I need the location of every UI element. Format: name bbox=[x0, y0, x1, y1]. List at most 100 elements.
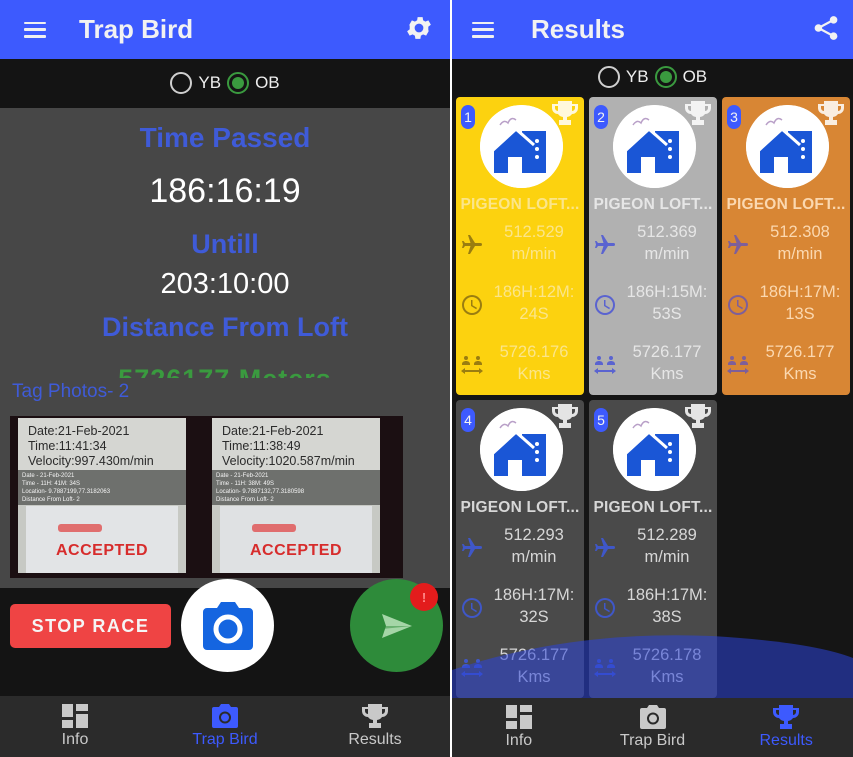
leg-ring bbox=[252, 524, 296, 532]
nav-info[interactable]: Info bbox=[452, 698, 586, 757]
distance-people-icon bbox=[594, 356, 616, 374]
loft-logo-icon bbox=[613, 408, 696, 491]
value-line: 13S bbox=[785, 305, 815, 323]
value-line: 32S bbox=[519, 608, 549, 626]
velocity-value: 512.308 m/min bbox=[750, 221, 850, 265]
loft-name: PIGEON LOFT... bbox=[593, 499, 713, 516]
until-value: 203:10:00 bbox=[160, 268, 290, 300]
page-title: Results bbox=[531, 14, 625, 44]
value-line: Kms bbox=[650, 365, 684, 383]
value-line: 186H:17M: bbox=[493, 586, 575, 604]
flight-time-value: 186H:17M: 13S bbox=[750, 281, 850, 325]
time-row: 186H:17M: 32S bbox=[456, 584, 584, 634]
overlay-line: Time - 11H: 38M: 49S bbox=[216, 481, 275, 487]
photo-date: Date:21-Feb-2021 bbox=[28, 424, 130, 438]
loft-name: PIGEON LOFT... bbox=[593, 196, 713, 213]
value-line: 24S bbox=[519, 305, 549, 323]
nav-label: Trap Bird bbox=[192, 731, 258, 748]
loft-name: PIGEON LOFT... bbox=[460, 499, 580, 516]
radio-ob[interactable]: OB bbox=[227, 71, 280, 94]
distance-value: 5726.177 Kms bbox=[484, 644, 584, 688]
value-line: 186H:15M: bbox=[626, 283, 708, 301]
radio-label: OB bbox=[255, 72, 280, 92]
bird-type-radio-group: YB OB bbox=[452, 59, 853, 95]
hamburger-menu-icon[interactable] bbox=[472, 21, 494, 38]
rank-badge: 5 bbox=[594, 408, 608, 432]
value-line: m/min bbox=[511, 245, 557, 263]
dashboard-icon bbox=[505, 705, 532, 729]
tag-photo-1[interactable]: Date:21-Feb-2021 Time:11:41:34 Velocity:… bbox=[18, 418, 186, 573]
share-icon[interactable] bbox=[813, 15, 839, 41]
distance-label: Distance From Loft bbox=[101, 312, 349, 342]
nav-results[interactable]: Results bbox=[300, 696, 450, 757]
value-line: Kms bbox=[517, 365, 551, 383]
photo-overlay: Date - 21-Feb-2021 Time - 11H: 38M: 49S … bbox=[212, 470, 380, 505]
photo-velocity: Velocity:1020.587m/min bbox=[222, 454, 355, 468]
velocity-row: 512.293 m/min bbox=[456, 524, 584, 574]
flight-time-value: 186H:12M: 24S bbox=[484, 281, 584, 325]
trophy-icon bbox=[685, 101, 711, 125]
radio-label: YB bbox=[198, 72, 222, 92]
capture-photo-button[interactable] bbox=[181, 579, 274, 672]
clock-icon bbox=[462, 295, 482, 315]
airplane-icon bbox=[595, 235, 615, 254]
velocity-value: 512.289 m/min bbox=[617, 524, 717, 568]
tag-photos-label: Tag Photos- 2 bbox=[12, 381, 130, 402]
overlay-line: Distance From Loft- 2 bbox=[22, 497, 80, 503]
app-bar: Trap Bird bbox=[0, 0, 450, 59]
tag-photos-strip[interactable]: Date:21-Feb-2021 Time:11:41:34 Velocity:… bbox=[10, 416, 403, 578]
value-line: Kms bbox=[650, 668, 684, 686]
radio-yb[interactable]: YB bbox=[597, 66, 649, 88]
nav-info[interactable]: Info bbox=[0, 696, 150, 757]
camera-icon bbox=[202, 601, 253, 650]
loft-name: PIGEON LOFT... bbox=[726, 196, 846, 213]
distance-people-icon bbox=[461, 659, 483, 677]
value-line: Kms bbox=[517, 668, 551, 686]
nav-label: Results bbox=[348, 731, 402, 748]
nav-results[interactable]: Results bbox=[719, 698, 853, 757]
result-card-4[interactable]: 4 PIGEON LOFT... 512.293 m/min 186H:17M: 32S 5… bbox=[456, 400, 584, 698]
overlay-line: Date - 21-Feb-2021 bbox=[216, 473, 269, 479]
time-row: 186H:12M: 24S bbox=[456, 281, 584, 331]
gear-icon[interactable] bbox=[404, 13, 434, 43]
overlay-line: Date - 21-Feb-2021 bbox=[22, 473, 75, 479]
photo-paper bbox=[26, 506, 178, 573]
distance-people-icon bbox=[727, 356, 749, 374]
trophy-icon bbox=[552, 404, 578, 428]
value-line: m/min bbox=[644, 548, 690, 566]
trophy-icon bbox=[552, 101, 578, 125]
nav-trap-bird[interactable]: Trap Bird bbox=[150, 696, 300, 757]
radio-circle bbox=[170, 71, 193, 94]
airplane-icon bbox=[462, 538, 482, 557]
velocity-value: 512.369 m/min bbox=[617, 221, 717, 265]
value-line: 38S bbox=[652, 608, 682, 626]
stop-race-button[interactable]: STOP RACE bbox=[10, 604, 171, 648]
distance-value-clip: 5726177 Meters bbox=[0, 360, 450, 378]
radio-circle bbox=[654, 66, 677, 88]
airplane-icon bbox=[595, 538, 615, 557]
app-bar: Results bbox=[452, 0, 853, 59]
value-line: 186H:17M: bbox=[759, 283, 841, 301]
value-line: 186H:17M: bbox=[626, 586, 708, 604]
hamburger-menu-icon[interactable] bbox=[24, 21, 46, 38]
loft-logo-icon bbox=[746, 105, 829, 188]
result-card-5[interactable]: 5 PIGEON LOFT... 512.289 m/min 186H:17M: 38S 5… bbox=[589, 400, 717, 698]
result-card-2[interactable]: 2 PIGEON LOFT... 512.369 m/min 186H:15M: 53S 5… bbox=[589, 97, 717, 395]
loft-name: PIGEON LOFT... bbox=[460, 196, 580, 213]
trophy-icon bbox=[362, 704, 388, 728]
value-line: 5726.177 bbox=[765, 343, 835, 361]
velocity-row: 512.369 m/min bbox=[589, 221, 717, 271]
radio-ob[interactable]: OB bbox=[654, 66, 707, 88]
radio-yb[interactable]: YB bbox=[170, 71, 222, 94]
distance-row: 5726.178 Kms bbox=[589, 644, 717, 694]
accepted-stamp: ACCEPTED bbox=[249, 542, 342, 559]
tag-photo-2[interactable]: Date:21-Feb-2021 Time:11:38:49 Velocity:… bbox=[212, 418, 380, 573]
result-card-3[interactable]: 3 PIGEON LOFT... 512.308 m/min 186H:17M: 13S 5… bbox=[722, 97, 850, 395]
photo-velocity: Velocity:997.430m/min bbox=[28, 454, 154, 468]
result-card-1[interactable]: 1 PIGEON LOFT... 512.529 m/min 186H:12M: 24S 5… bbox=[456, 97, 584, 395]
photo-date: Date:21-Feb-2021 bbox=[222, 424, 324, 438]
nav-trap-bird[interactable]: Trap Bird bbox=[586, 698, 720, 757]
clock-icon bbox=[728, 295, 748, 315]
overlay-line: Location- 9.7887199,77.3182063 bbox=[22, 489, 111, 495]
value-line: 512.308 bbox=[770, 223, 830, 241]
